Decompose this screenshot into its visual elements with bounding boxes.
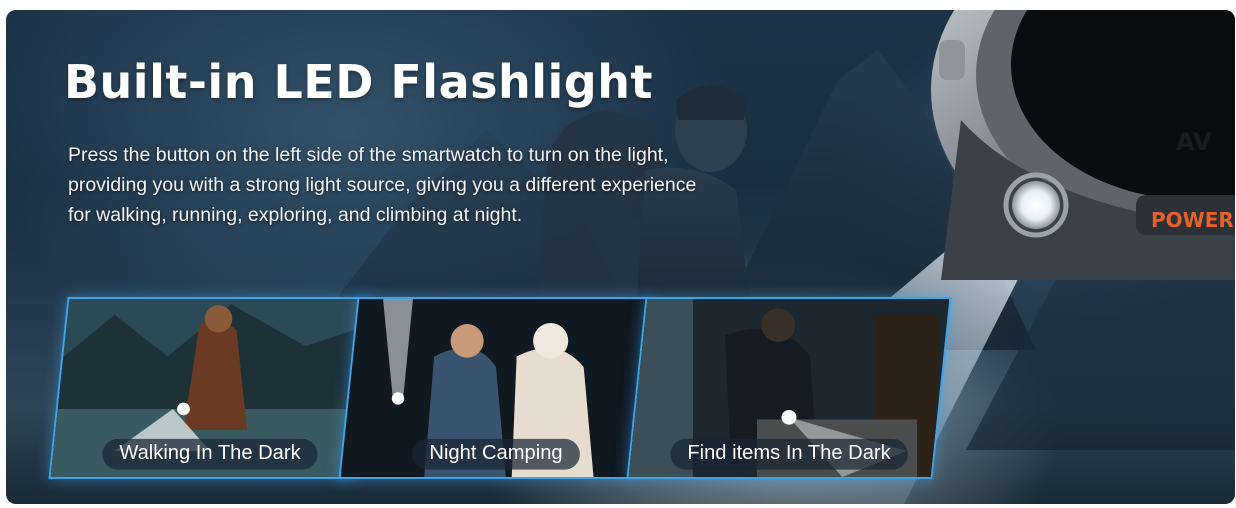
smartwatch-image: POWER AV xyxy=(931,10,1235,280)
led-light xyxy=(1012,181,1060,229)
description-text: Press the button on the left side of the… xyxy=(68,144,697,226)
page-title: Built-in LED Flashlight xyxy=(64,55,653,109)
scene-card-camping: Night Camping xyxy=(338,297,654,479)
scene-label: Night Camping xyxy=(412,438,580,470)
scene-card-walking: Walking In The Dark xyxy=(48,297,372,479)
scene-label: Find items In The Dark xyxy=(670,438,908,470)
scene-label: Walking In The Dark xyxy=(102,438,318,470)
av-marking: AV xyxy=(1176,128,1212,156)
power-marking: POWER xyxy=(1151,208,1234,232)
scene-card-find-items: Find items In The Dark xyxy=(626,297,952,479)
flashlight-banner: POWER AV Built-in LED Flashlight Press t… xyxy=(6,10,1235,504)
flashlight-button xyxy=(939,40,965,80)
